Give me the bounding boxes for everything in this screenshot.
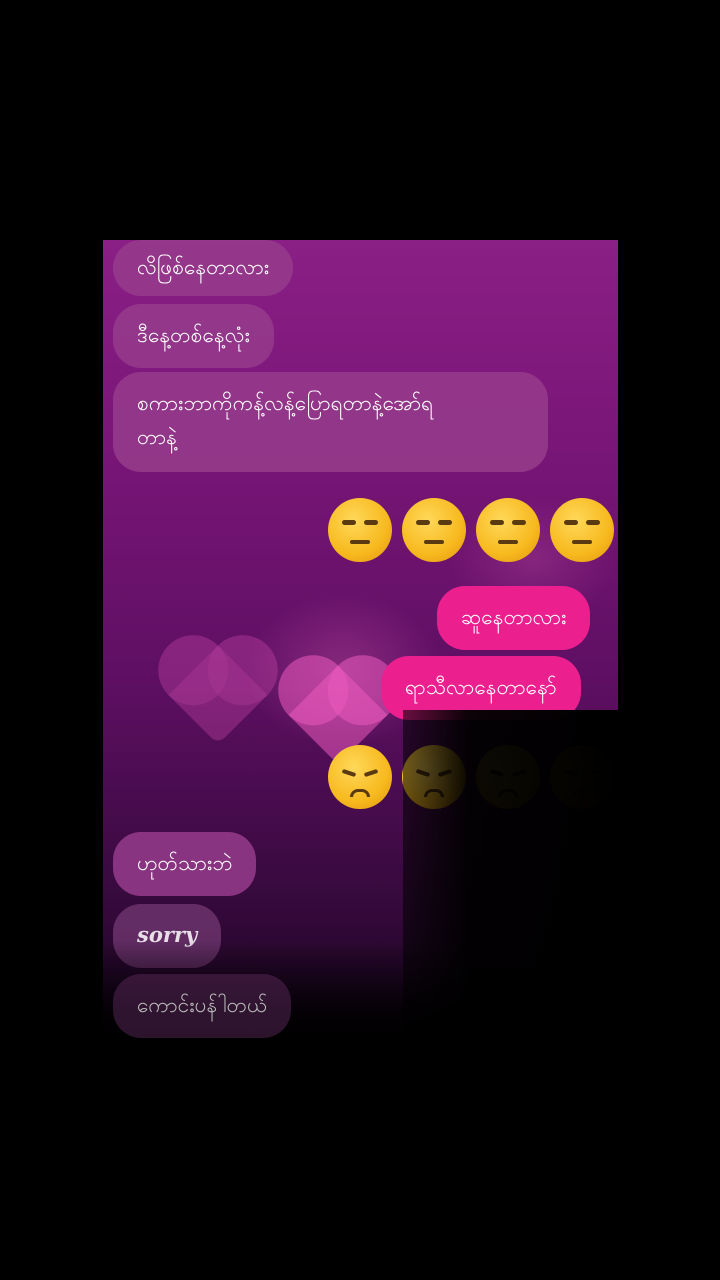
message-received[interactable]: စကားဘာကိုကန့်လန့်ပြောရတာနဲ့အော်ရ တာနဲ့ bbox=[113, 372, 548, 472]
unamused-face-icon bbox=[402, 498, 466, 562]
unamused-face-icon bbox=[476, 498, 540, 562]
message-text: ဆူနေတာလား bbox=[461, 605, 567, 629]
message-received[interactable]: ဒီနေ့တစ်နေ့လုံး bbox=[113, 304, 274, 368]
message-received[interactable]: ကောင်းပန်ါတယ် bbox=[113, 974, 292, 1038]
message-text: ဟုတ်သားဘဲ bbox=[137, 851, 233, 875]
unamused-face-icon bbox=[550, 498, 614, 562]
message-received[interactable]: ဟုတ်သားဘဲ bbox=[113, 832, 257, 896]
message-text: စကားဘာကိုကန့်လန့်ပြောရတာနဲ့အော်ရ bbox=[137, 391, 434, 415]
unamused-face-icon bbox=[328, 498, 392, 562]
heart-decoration bbox=[168, 645, 268, 745]
emoji-message-sent[interactable] bbox=[328, 498, 614, 562]
message-text: တာနဲ့ bbox=[137, 425, 177, 449]
message-text: ဒီနေ့တစ်နေ့လုံး bbox=[137, 323, 250, 347]
message-text: ရာသီလာနေတာနော် bbox=[405, 675, 557, 699]
chat-screen: လိဖြစ်နေတာလား ဒီနေ့တစ်နေ့လုံး စကားဘာကိုက… bbox=[103, 240, 618, 1040]
disappointed-face-icon bbox=[328, 745, 392, 809]
message-text: ကောင်းပန်ါတယ် bbox=[137, 993, 268, 1017]
message-received[interactable]: လိဖြစ်နေတာလား bbox=[113, 240, 294, 296]
message-sent[interactable]: ဆူနေတာလား bbox=[437, 586, 591, 650]
message-text: လိဖြစ်နေတာလား bbox=[137, 255, 270, 279]
